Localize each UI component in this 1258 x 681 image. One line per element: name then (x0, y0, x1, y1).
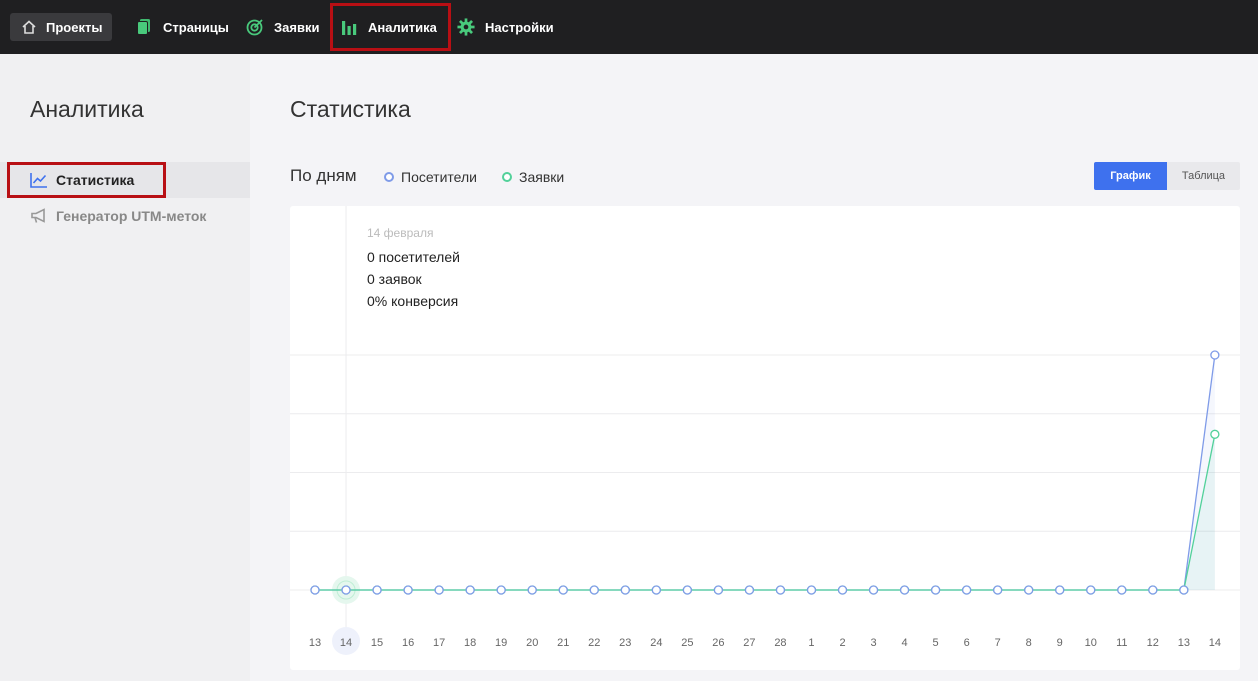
point-visitors[interactable] (651, 585, 661, 595)
point-visitors[interactable] (1086, 585, 1096, 595)
point-visitors[interactable] (403, 585, 413, 595)
series-area-leads (315, 434, 1215, 590)
point-visitors[interactable] (806, 585, 817, 595)
x-tick-label: 17 (433, 637, 445, 649)
point-visitors[interactable] (744, 585, 755, 595)
x-tick-label: 14 (340, 637, 352, 649)
point-visitors[interactable] (1055, 585, 1065, 595)
megaphone-icon (30, 207, 48, 225)
point-visitors[interactable] (558, 585, 568, 595)
x-tick-label: 7 (995, 637, 1001, 649)
point-visitors[interactable] (341, 585, 351, 595)
point-visitors[interactable] (1024, 585, 1034, 595)
point-visitors[interactable] (310, 585, 320, 595)
x-tick-label: 20 (526, 637, 538, 649)
legend-leads[interactable]: Заявки (502, 169, 564, 185)
x-tick-label: 11 (1116, 637, 1127, 649)
nav-leads-label: Заявки (274, 19, 320, 35)
legend-leads-label: Заявки (519, 169, 565, 185)
point-visitors[interactable] (1148, 585, 1158, 595)
point-visitors[interactable] (434, 585, 444, 595)
x-tick-label: 12 (1147, 637, 1159, 649)
x-tick-label: 9 (1057, 637, 1063, 649)
tooltip-conversion: 0% конверсия (367, 293, 459, 309)
point-visitors[interactable] (837, 585, 848, 595)
graph-view-button[interactable]: График (1094, 162, 1167, 190)
series-line-leads (315, 434, 1216, 591)
x-tick-label: 4 (902, 637, 908, 649)
point-visitors[interactable] (961, 585, 972, 595)
nav-projects-label: Проекты (46, 19, 103, 35)
point-visitors[interactable] (1179, 585, 1189, 595)
nav-pages[interactable]: Страницы (135, 13, 229, 41)
nav-settings[interactable]: Настройки (457, 13, 554, 41)
x-tick-label: 26 (712, 637, 724, 649)
table-view-button[interactable]: Таблица (1167, 162, 1240, 190)
nav-settings-label: Настройки (485, 19, 554, 35)
point-visitors[interactable] (372, 585, 382, 595)
sidebar-item-utm-generator[interactable]: Генератор UTM-меток (0, 198, 250, 234)
x-tick-label: 16 (402, 637, 414, 649)
target-icon (246, 18, 264, 36)
x-tick-label: 2 (839, 637, 845, 649)
point-visitors[interactable] (899, 585, 910, 595)
x-tick-label: 14 (1209, 637, 1221, 649)
legend-visitors[interactable]: Посетители (384, 169, 477, 185)
point-visitors[interactable] (589, 585, 599, 595)
period-label: По дням (290, 166, 357, 185)
point-visitors[interactable] (496, 585, 506, 595)
x-tick-label: 6 (964, 637, 970, 649)
nav-leads[interactable]: Заявки (246, 13, 319, 41)
point-visitors[interactable] (930, 585, 941, 595)
view-toggle: График Таблица (1094, 162, 1240, 190)
leads-dot-icon (502, 172, 512, 182)
nav-pages-label: Страницы (163, 19, 229, 35)
x-tick-label: 27 (743, 637, 755, 649)
point-visitors[interactable] (527, 585, 537, 595)
x-tick-label: 10 (1085, 637, 1097, 649)
x-tick-label: 8 (1026, 637, 1032, 649)
top-navigation-bar: Проекты Страницы Заявки Аналитика Настро… (0, 0, 1258, 54)
sidebar: Аналитика Статистика Генератор UTM-меток (0, 54, 250, 681)
analytics-highlight-box (330, 3, 451, 51)
home-icon (20, 18, 38, 36)
x-tick-label: 22 (588, 637, 600, 649)
point-leads[interactable] (1210, 429, 1220, 439)
pages-icon (135, 18, 153, 36)
x-tick-label: 24 (650, 637, 662, 649)
x-tick-label: 1 (808, 637, 814, 649)
point-visitors[interactable] (682, 585, 693, 595)
x-tick-label: 13 (309, 637, 321, 649)
x-tick-label: 28 (774, 637, 786, 649)
x-tick-label: 25 (681, 637, 693, 649)
legend-visitors-label: Посетители (401, 169, 477, 185)
nav-projects[interactable]: Проекты (10, 13, 113, 41)
x-tick-label: 5 (933, 637, 939, 649)
point-visitors[interactable] (775, 585, 786, 595)
chart-tooltip: 14 февраля 0 посетителей 0 заявок 0% кон… (367, 226, 460, 312)
point-visitors[interactable] (465, 585, 475, 595)
point-visitors[interactable] (713, 585, 724, 595)
x-tick-label: 23 (619, 637, 631, 649)
gear-icon (457, 18, 475, 36)
statistics-highlight-box (7, 162, 166, 198)
point-visitors[interactable] (868, 585, 879, 595)
x-tick-label: 21 (557, 637, 569, 649)
x-tick-label: 15 (371, 637, 383, 649)
x-tick-label: 13 (1178, 637, 1190, 649)
point-visitors[interactable] (1117, 585, 1127, 595)
x-tick-label: 19 (495, 637, 507, 649)
point-visitors[interactable] (1210, 350, 1220, 360)
page-title: Статистика (290, 96, 411, 122)
x-tick-label: 18 (464, 637, 476, 649)
point-visitors[interactable] (993, 585, 1003, 595)
sidebar-title: Аналитика (30, 96, 144, 122)
point-visitors[interactable] (620, 585, 630, 595)
tooltip-visitors: 0 посетителей (367, 249, 460, 265)
tooltip-date: 14 февраля (367, 226, 434, 240)
tooltip-leads: 0 заявок (367, 271, 422, 287)
visitors-dot-icon (384, 172, 394, 182)
sidebar-item-label: Генератор UTM-меток (56, 208, 207, 224)
x-tick-label: 3 (870, 637, 876, 649)
